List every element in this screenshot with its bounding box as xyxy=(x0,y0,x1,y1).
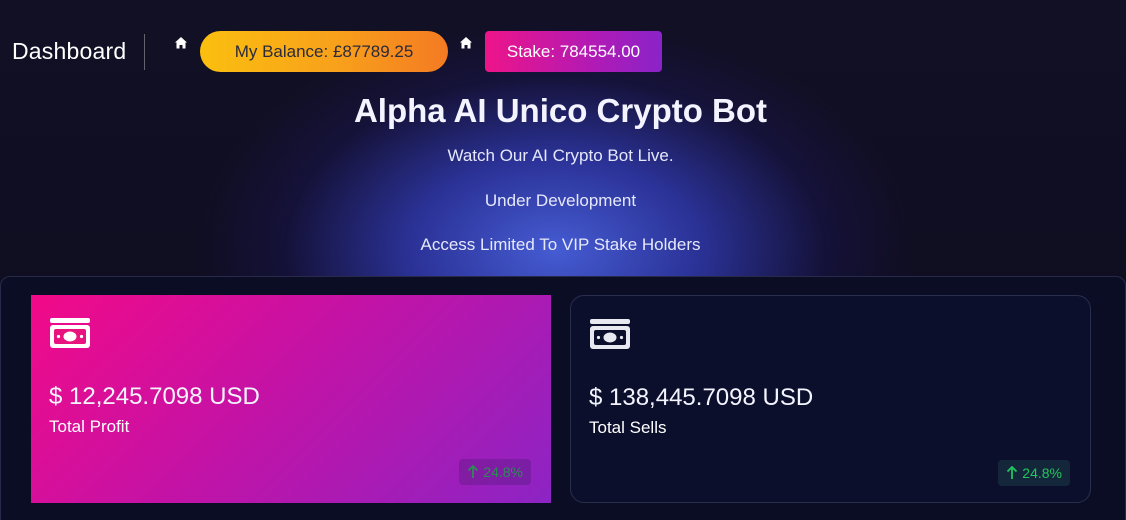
change-badge: 24.8% xyxy=(459,459,531,485)
home-icon[interactable] xyxy=(459,36,473,50)
total-profit-card: $ 12,245.7098 USD Total Profit 24.8% xyxy=(31,295,551,503)
total-sells-card: $ 138,445.7098 USD Total Sells 24.8% xyxy=(570,295,1091,503)
money-bill-icon xyxy=(589,318,631,350)
development-status: Under Development xyxy=(484,191,637,210)
access-notice: Access Limited To VIP Stake Holders xyxy=(420,235,701,254)
total-profit-label: Total Profit xyxy=(49,417,130,436)
total-sells-label: Total Sells xyxy=(589,418,667,437)
balance-button[interactable]: My Balance: £87789.25 xyxy=(200,31,448,72)
header-divider xyxy=(144,34,145,70)
top-bar: Dashboard My Balance: £87789.25 Stake: 7… xyxy=(0,0,1126,100)
home-icon[interactable] xyxy=(174,36,188,50)
money-bill-icon xyxy=(49,317,91,349)
dashboard-title: Dashboard xyxy=(12,38,127,64)
stake-button[interactable]: Stake: 784554.00 xyxy=(485,31,662,72)
arrow-up-icon xyxy=(1006,466,1018,480)
change-badge: 24.8% xyxy=(998,460,1070,486)
change-value: 24.8% xyxy=(483,464,523,480)
change-value: 24.8% xyxy=(1022,465,1062,481)
total-sells-value: $ 138,445.7098 USD xyxy=(589,384,814,411)
total-profit-value: $ 12,245.7098 USD xyxy=(49,383,260,410)
arrow-up-icon xyxy=(467,465,479,479)
page-title: Alpha AI Unico Crypto Bot xyxy=(353,92,768,129)
hero-subtitle: Watch Our AI Crypto Bot Live. xyxy=(447,146,674,165)
